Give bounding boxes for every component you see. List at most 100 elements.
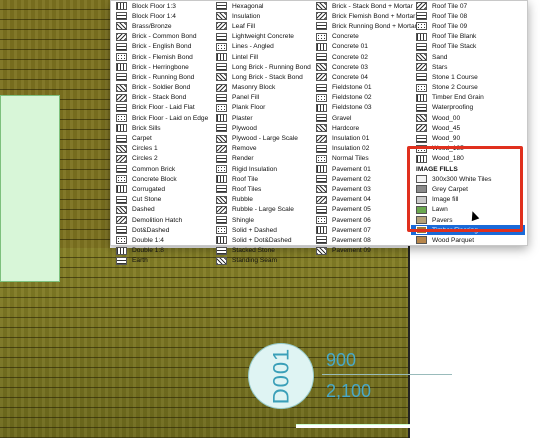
fill-menu-item[interactable]: Corrugated [111,184,211,194]
fill-menu-item[interactable]: Brick - Soldier Bond [111,83,211,93]
fill-menu-item[interactable]: Stone 1 Course [411,72,525,82]
fill-menu-item[interactable]: Pavement 04 [311,195,411,205]
fill-menu-item[interactable]: Standing Seam [211,256,311,266]
fill-menu-item[interactable]: Pavement 01 [311,164,411,174]
fill-menu-item[interactable]: Brick - Common Bond [111,32,211,42]
fill-menu-item[interactable]: Double 1:8 [111,246,211,256]
door-tag[interactable]: D001 [248,343,314,409]
door-width-dimension[interactable]: 900 [326,350,356,371]
fill-menu-item[interactable]: Roof Tile [211,174,311,184]
fill-menu-item[interactable]: Wood_45 [411,123,525,133]
fill-menu-item[interactable]: Fieldstone 01 [311,83,411,93]
fill-pattern-icon [316,195,327,204]
fill-menu-item[interactable]: Shingle [211,215,311,225]
fill-menu-item[interactable]: Roof Tile 09 [411,21,525,31]
fill-menu-item[interactable]: Fieldstone 03 [311,103,411,113]
fill-menu-item[interactable]: Wood_90 [411,133,525,143]
fill-menu-item[interactable]: Hexagonal [211,1,311,11]
fill-menu-item[interactable]: Roof Tile 07 [411,1,525,11]
fill-menu-item[interactable]: Cut Stone [111,195,211,205]
fill-menu-item[interactable]: Insulation [211,11,311,21]
fill-menu-item[interactable]: Leaf Fill [211,21,311,31]
fill-menu-item[interactable]: Concrete Block [111,174,211,184]
fill-menu-item[interactable]: Block Floor 1:4 [111,11,211,21]
fill-menu-item[interactable]: Carpet [111,133,211,143]
fill-menu-item[interactable]: Gravel [311,113,411,123]
fill-menu-item[interactable]: Sand [411,52,525,62]
fill-menu-item[interactable]: Insulation 02 [311,144,411,154]
fill-menu-item[interactable]: Pavement 02 [311,174,411,184]
fill-menu-item[interactable]: Roof Tiles [211,184,311,194]
fill-pattern-icon [116,195,127,204]
fill-menu-item[interactable]: Block Floor 1:3 [111,1,211,11]
fill-menu-item[interactable]: Brick Floor - Laid Flat [111,103,211,113]
image-fill-item[interactable]: Wood Parquet [411,235,525,245]
fill-pattern-icon [216,154,227,163]
fill-menu-item[interactable]: Lines - Angled [211,42,311,52]
fill-menu-item[interactable]: Double 1:4 [111,235,211,245]
fill-menu-item[interactable]: Dot&Dashed [111,225,211,235]
room-fill-panel[interactable] [0,95,60,282]
fill-menu-item-label: Concrete 04 [332,73,368,81]
fill-menu-item[interactable]: Roof Tile Blank [411,32,525,42]
fill-menu-item[interactable]: Masonry Block [211,83,311,93]
fill-menu-item[interactable]: Pavement 07 [311,225,411,235]
fill-menu-item[interactable]: Circles 1 [111,144,211,154]
fill-menu-item[interactable]: Solid + Dot&Dashed [211,235,311,245]
fill-menu-item[interactable]: Lintel Fill [211,52,311,62]
fill-menu-item[interactable]: Brick - Running Bond [111,72,211,82]
fill-menu-item[interactable]: Concrete 04 [311,72,411,82]
fill-menu-item[interactable]: Rubble - Large Scale [211,205,311,215]
fill-menu-item[interactable]: Solid + Dashed [211,225,311,235]
fill-menu-item[interactable]: Brick Running Bond + Mortar [311,21,417,31]
fill-menu-item[interactable]: Pavement 06 [311,215,411,225]
fill-menu-item[interactable]: Stacked Stone [211,246,311,256]
fill-menu-item[interactable]: Panel Fill [211,93,311,103]
fill-menu-item[interactable]: Render [211,154,311,164]
fill-menu-item[interactable]: Hardcore [311,123,411,133]
fill-menu-item[interactable]: Insulation 01 [311,133,411,143]
fill-menu-item[interactable]: Brick - Flemish Bond [111,52,211,62]
fill-menu-item[interactable]: Rigid Insulation [211,164,311,174]
fill-menu-item[interactable]: Stars [411,62,525,72]
fill-menu-item[interactable]: Concrete 01 [311,42,411,52]
fill-menu-item[interactable]: Brick - Stack Bond [111,93,211,103]
fill-menu-item[interactable]: Lightweight Concrete [211,32,311,42]
door-height-dimension[interactable]: 2,100 [326,381,371,402]
fill-menu-item[interactable]: Pavement 03 [311,184,411,194]
fill-menu-item[interactable]: Brick - English Bond [111,42,211,52]
fill-menu-item[interactable]: Remove [211,144,311,154]
fill-menu-item[interactable]: Brick Floor - Laid on Edge [111,113,211,123]
fill-menu-item[interactable]: Brick - Herringbone [111,62,211,72]
fill-menu-item[interactable]: Plywood [211,123,311,133]
fill-menu-item[interactable]: Roof Tile 08 [411,11,525,21]
fill-menu-item[interactable]: Timber End Grain [411,93,525,103]
fill-menu-item[interactable]: Pavement 05 [311,205,411,215]
fill-menu-item[interactable]: Brick Flemish Bond + Mortar [311,11,415,21]
fill-menu-item[interactable]: Concrete 02 [311,52,411,62]
fill-menu-item[interactable]: Brass/Bronze [111,21,211,31]
fill-menu-item[interactable]: Long Brick - Stack Bond [211,72,311,82]
fill-menu-item[interactable]: Concrete 03 [311,62,411,72]
fill-menu-item[interactable]: Demolition Hatch [111,215,211,225]
fill-menu-item[interactable]: Waterproofing [411,103,525,113]
fill-menu-item[interactable]: Dashed [111,205,211,215]
fill-menu-item[interactable]: Fieldstone 02 [311,93,411,103]
fill-menu-item[interactable]: Rubble [211,195,311,205]
fill-menu-item[interactable]: Brick Sills [111,123,211,133]
fill-menu-item[interactable]: Roof Tile Stack [411,42,525,52]
fill-menu-item[interactable]: Plaster [211,113,311,123]
fill-menu-item[interactable]: Concrete [311,32,411,42]
fill-menu-item[interactable]: Pavement 09 [311,246,411,256]
fill-menu-item[interactable]: Plywood - Large Scale [211,133,311,143]
fill-menu-item[interactable]: Circles 2 [111,154,211,164]
fill-menu-item[interactable]: Plank Floor [211,103,311,113]
fill-menu-item[interactable]: Normal Tiles [311,154,411,164]
fill-menu-item[interactable]: Stone 2 Course [411,83,525,93]
fill-menu-item[interactable]: Pavement 08 [311,235,411,245]
fill-menu-item[interactable]: Earth [111,256,211,266]
fill-menu-item[interactable]: Brick - Stack Bond + Mortar [311,1,413,11]
fill-menu-item[interactable]: Long Brick - Running Bond [211,62,311,72]
fill-menu-item[interactable]: Common Brick [111,164,211,174]
fill-menu-item[interactable]: Wood_00 [411,113,525,123]
